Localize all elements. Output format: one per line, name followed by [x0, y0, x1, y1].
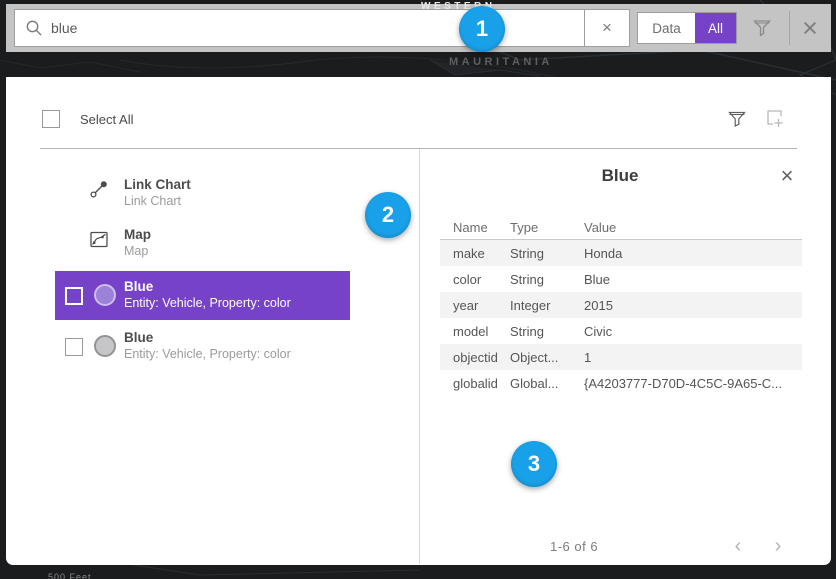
cell-type: String: [510, 272, 584, 287]
table-row: model String Civic: [440, 318, 802, 344]
result-checkbox[interactable]: [65, 338, 83, 356]
results-filter-icon[interactable]: [728, 110, 746, 128]
panel-divider: [419, 149, 420, 564]
cell-name: year: [440, 298, 510, 313]
callout-badge-2: 2: [365, 192, 411, 238]
select-all-row: Select All: [42, 110, 133, 128]
cell-value: 1: [584, 350, 802, 365]
add-to-selection-icon[interactable]: [764, 108, 785, 129]
table-row: objectid Object... 1: [440, 344, 802, 370]
cell-type: Object...: [510, 350, 584, 365]
cell-type: Global...: [510, 376, 584, 391]
next-page-icon[interactable]: ›: [765, 531, 791, 561]
search-icon: [25, 19, 43, 37]
toolbar-divider: [789, 11, 790, 45]
callout-badge-1: 1: [459, 6, 505, 52]
map-scale-label: 500 Feet: [48, 572, 92, 579]
pagination-label: 1-6 of 6: [550, 539, 598, 554]
cell-value: Blue: [584, 272, 802, 287]
result-item-blue[interactable]: Blue Entity: Vehicle, Property: color: [55, 322, 350, 371]
entity-node-icon: [94, 335, 116, 357]
result-item-blue-selected[interactable]: Blue Entity: Vehicle, Property: color: [55, 271, 350, 320]
scope-data-button[interactable]: Data: [638, 13, 695, 43]
cell-name: globalid: [440, 376, 510, 391]
search-toolbar: × Data All ×: [6, 4, 831, 52]
result-title: Blue: [124, 330, 291, 346]
search-results-panel: Select All Link Chart Link Chart: [6, 77, 831, 565]
result-title: Link Chart: [124, 177, 191, 193]
cell-name: objectid: [440, 350, 510, 365]
result-checkbox[interactable]: [65, 287, 83, 305]
result-subtitle: Entity: Vehicle, Property: color: [124, 295, 291, 311]
cell-name: color: [440, 272, 510, 287]
column-header-type: Type: [510, 220, 584, 235]
pagination: 1-6 of 6 ‹ ›: [440, 531, 802, 561]
cell-name: model: [440, 324, 510, 339]
scope-all-button[interactable]: All: [695, 13, 736, 43]
result-subtitle: Link Chart: [124, 193, 191, 209]
attribute-table: Name Type Value make String Honda color …: [440, 215, 802, 396]
callout-badge-3: 3: [511, 441, 557, 487]
filter-icon[interactable]: [752, 18, 772, 38]
map-icon: [88, 228, 110, 250]
entity-node-icon: [94, 284, 116, 306]
cell-value: 2015: [584, 298, 802, 313]
select-all-checkbox[interactable]: [42, 110, 60, 128]
cell-type: Integer: [510, 298, 584, 313]
column-header-name: Name: [440, 220, 510, 235]
map-label-mauritania: MAURITANIA: [449, 56, 553, 68]
cell-value: Civic: [584, 324, 802, 339]
result-subtitle: Map: [124, 243, 151, 259]
search-box[interactable]: ×: [14, 9, 630, 47]
link-chart-icon: [88, 178, 110, 200]
close-search-icon[interactable]: ×: [796, 9, 824, 47]
table-row: make String Honda: [440, 240, 802, 266]
cell-type: String: [510, 246, 584, 261]
previous-page-icon[interactable]: ‹: [725, 531, 751, 561]
result-item-link-chart[interactable]: Link Chart Link Chart: [6, 177, 406, 219]
cell-value: {A4203777-D70D-4C5C-9A65-C...: [584, 376, 802, 391]
table-row: globalid Global... {A4203777-D70D-4C5C-9…: [440, 370, 802, 396]
detail-close-icon[interactable]: ×: [774, 163, 800, 189]
cell-value: Honda: [584, 246, 802, 261]
result-title: Map: [124, 227, 151, 243]
table-row: color String Blue: [440, 266, 802, 292]
cell-type: String: [510, 324, 584, 339]
result-item-map[interactable]: Map Map: [6, 227, 406, 269]
clear-search-button[interactable]: ×: [584, 10, 629, 46]
column-header-value: Value: [584, 220, 802, 235]
result-subtitle: Entity: Vehicle, Property: color: [124, 346, 291, 362]
app-window: WESTERN MAURITANIA 500 Feet × Data All ×…: [0, 0, 836, 579]
table-row: year Integer 2015: [440, 292, 802, 318]
search-scope-toggle: Data All: [637, 12, 737, 44]
detail-title: Blue: [440, 166, 800, 186]
result-title: Blue: [124, 279, 291, 295]
select-all-label: Select All: [80, 112, 133, 127]
table-header: Name Type Value: [440, 215, 802, 240]
cell-name: make: [440, 246, 510, 261]
